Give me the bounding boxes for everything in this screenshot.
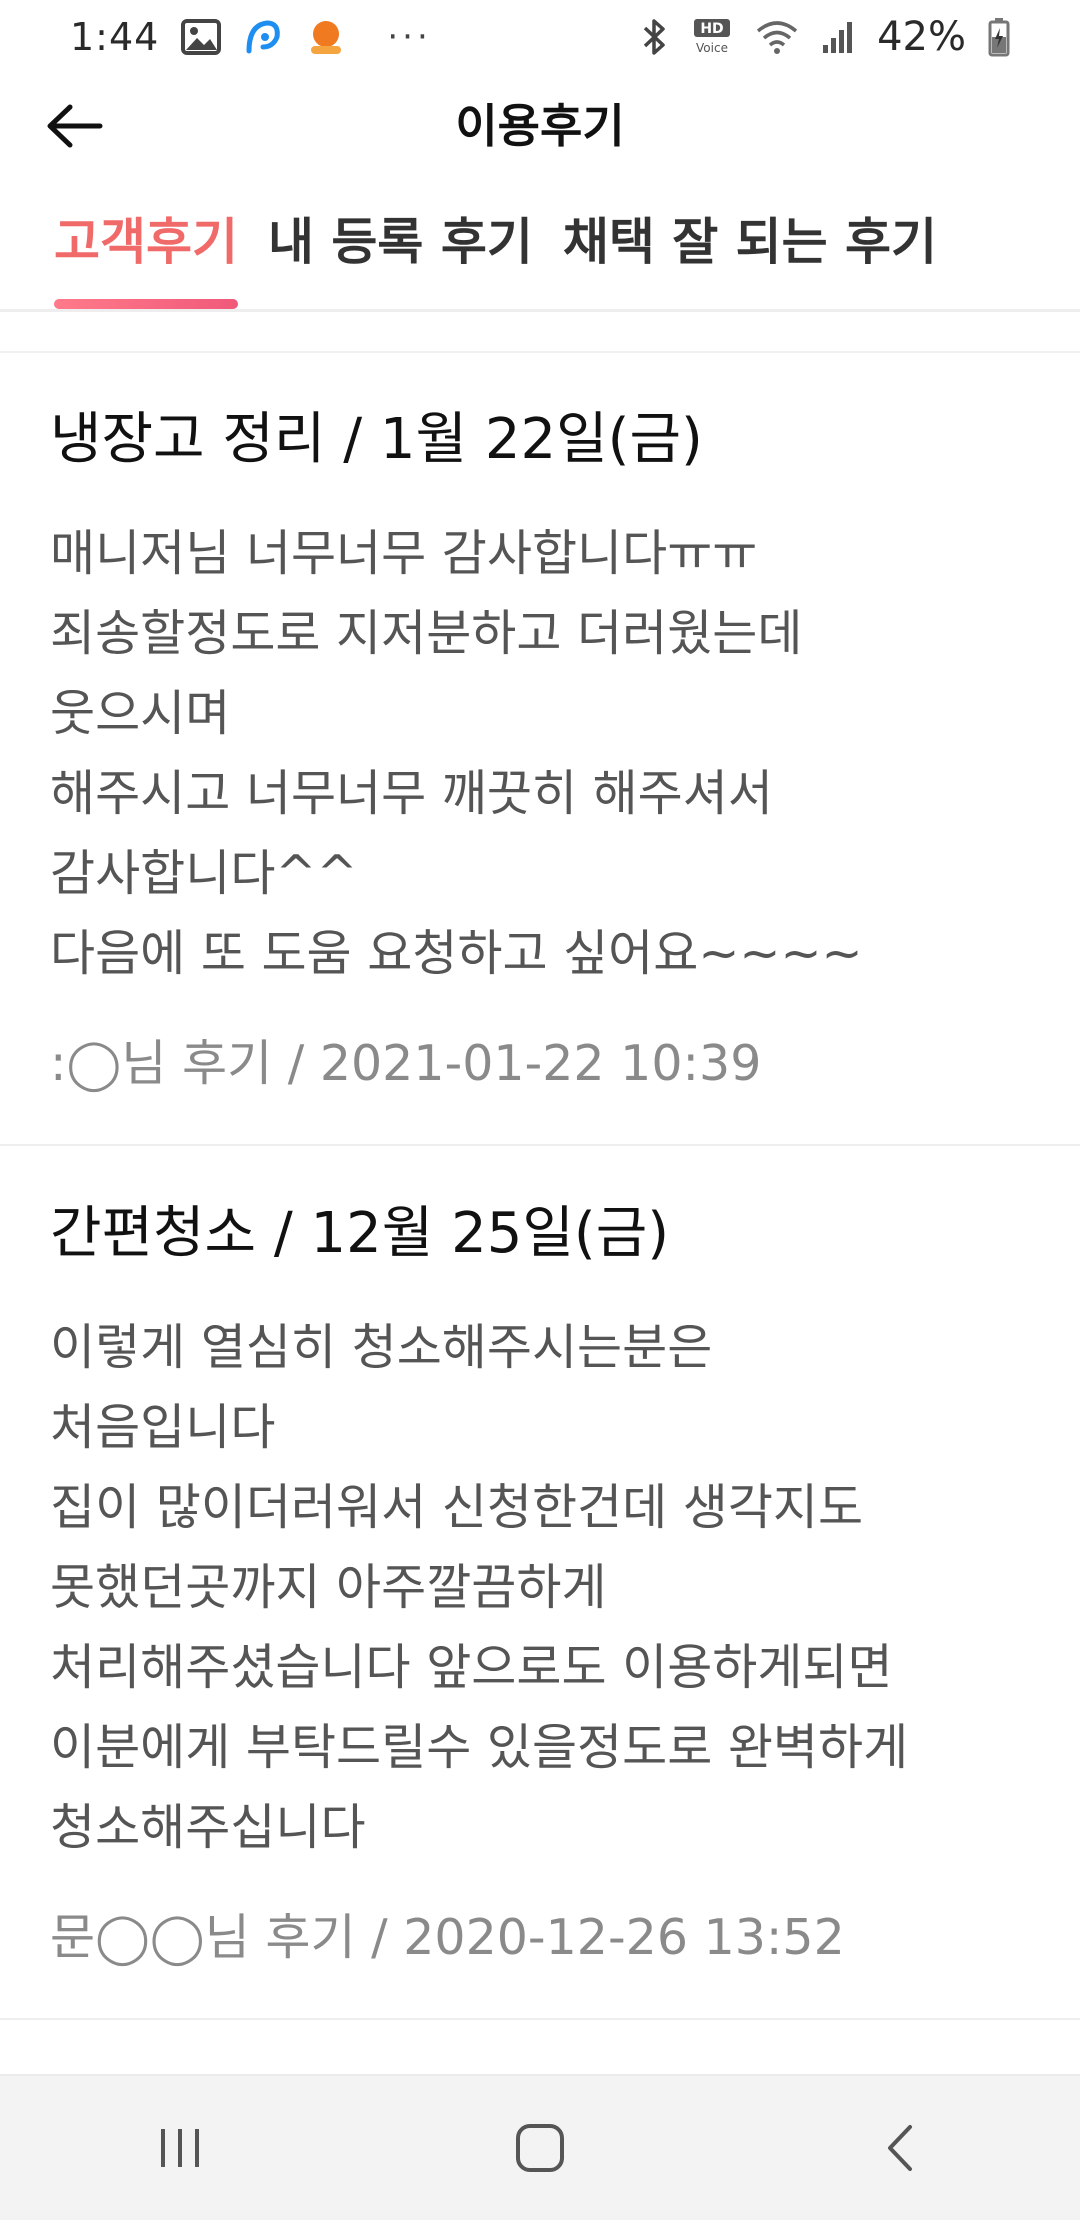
review-line: 매니저님 너무너무 감사합니다ㅠㅠ xyxy=(50,525,758,582)
review-body: 이렇게 열심히 청소해주시는분은 처음입니다 집이 많이더러워서 신청한건데 생… xyxy=(50,1308,1030,1868)
back-icon xyxy=(888,2125,912,2171)
system-nav-bar xyxy=(0,2074,1080,2220)
recent-apps-button[interactable] xyxy=(120,2088,240,2208)
review-line: 집이 많이더러워서 신청한건데 생각지도 xyxy=(50,1479,864,1536)
home-icon xyxy=(516,2124,564,2172)
active-tab-indicator xyxy=(54,299,238,309)
system-back-button[interactable] xyxy=(840,2088,960,2208)
review-line: 감사합니다^^ xyxy=(50,845,358,902)
battery-icon xyxy=(988,17,1010,57)
home-button[interactable] xyxy=(480,2088,600,2208)
hd-label: HD xyxy=(700,21,723,37)
status-bar: 1:44 ··· HD Voice 42% xyxy=(0,0,1080,74)
recent-apps-icon xyxy=(161,2129,199,2167)
review-line: 죄송할정도로 지저분하고 더러웠는데 xyxy=(50,605,803,662)
review-title: 간편청소 / 12월 25일(금) xyxy=(50,1201,670,1266)
battery-percent: 42% xyxy=(877,14,966,60)
hd-voice-icon: HD Voice xyxy=(691,17,733,57)
review-line: 못했던곳까지 아주깔끔하게 xyxy=(50,1559,607,1616)
more-icon: ··· xyxy=(387,17,432,57)
review-list[interactable]: 냉장고 정리 / 1월 22일(금) 매니저님 너무너무 감사합니다ㅠㅠ 죄송할… xyxy=(0,352,1080,2020)
gallery-icon xyxy=(181,19,222,55)
tab-well-adopted-reviews[interactable]: 채택 잘 되는 후기 xyxy=(563,200,937,309)
review-line: 이렇게 열심히 청소해주시는분은 xyxy=(50,1319,713,1376)
app-notification-icon-2 xyxy=(305,16,347,58)
tab-label: 고객후기 xyxy=(54,213,238,271)
voice-label: Voice xyxy=(696,41,728,55)
review-line: 청소해주십니다 xyxy=(50,1799,366,1856)
review-meta: :◯님 후기 / 2021-01-22 10:39 xyxy=(50,1035,762,1092)
review-line: 웃으시며 xyxy=(50,685,231,742)
bluetooth-icon xyxy=(639,17,669,57)
review-card: 냉장고 정리 / 1월 22일(금) 매니저님 너무너무 감사합니다ㅠㅠ 죄송할… xyxy=(0,352,1080,1146)
review-line: 처리해주셨습니다 앞으로도 이용하게되면 xyxy=(50,1639,893,1696)
review-body: 매니저님 너무너무 감사합니다ㅠㅠ 죄송할정도로 지저분하고 더러웠는데 웃으시… xyxy=(50,514,1030,994)
review-line: 이분에게 부탁드릴수 있을정도로 완벽하게 xyxy=(50,1719,909,1776)
review-title: 냉장고 정리 / 1월 22일(금) xyxy=(50,407,703,472)
signal-icon xyxy=(821,19,855,55)
status-left: 1:44 ··· xyxy=(70,15,432,59)
tab-label: 채택 잘 되는 후기 xyxy=(562,213,938,271)
wifi-icon xyxy=(755,19,799,55)
review-card: 간편청소 / 12월 25일(금) 이렇게 열심히 청소해주시는분은 처음입니다… xyxy=(0,1146,1080,2020)
review-meta: 문◯◯님 후기 / 2020-12-26 13:52 xyxy=(50,1909,845,1966)
tab-bar: 고객후기 내 등록 후기 채택 잘 되는 후기 xyxy=(0,200,1080,312)
tab-customer-reviews[interactable]: 고객후기 xyxy=(54,200,238,309)
status-time: 1:44 xyxy=(70,15,160,59)
review-line: 다음에 또 도움 요청하고 싶어요~~~~ xyxy=(50,925,863,982)
tab-my-reviews[interactable]: 내 등록 후기 xyxy=(268,200,533,309)
review-line: 해주시고 너무너무 깨끗히 해주셔서 xyxy=(50,765,773,822)
app-notification-icon xyxy=(243,17,283,57)
review-line: 처음입니다 xyxy=(50,1399,276,1456)
app-header: 이용후기 xyxy=(0,74,1080,174)
divider xyxy=(0,315,1080,353)
tab-label: 내 등록 후기 xyxy=(268,213,533,271)
status-right: HD Voice 42% xyxy=(639,14,1010,60)
page-title: 이용후기 xyxy=(455,99,625,153)
